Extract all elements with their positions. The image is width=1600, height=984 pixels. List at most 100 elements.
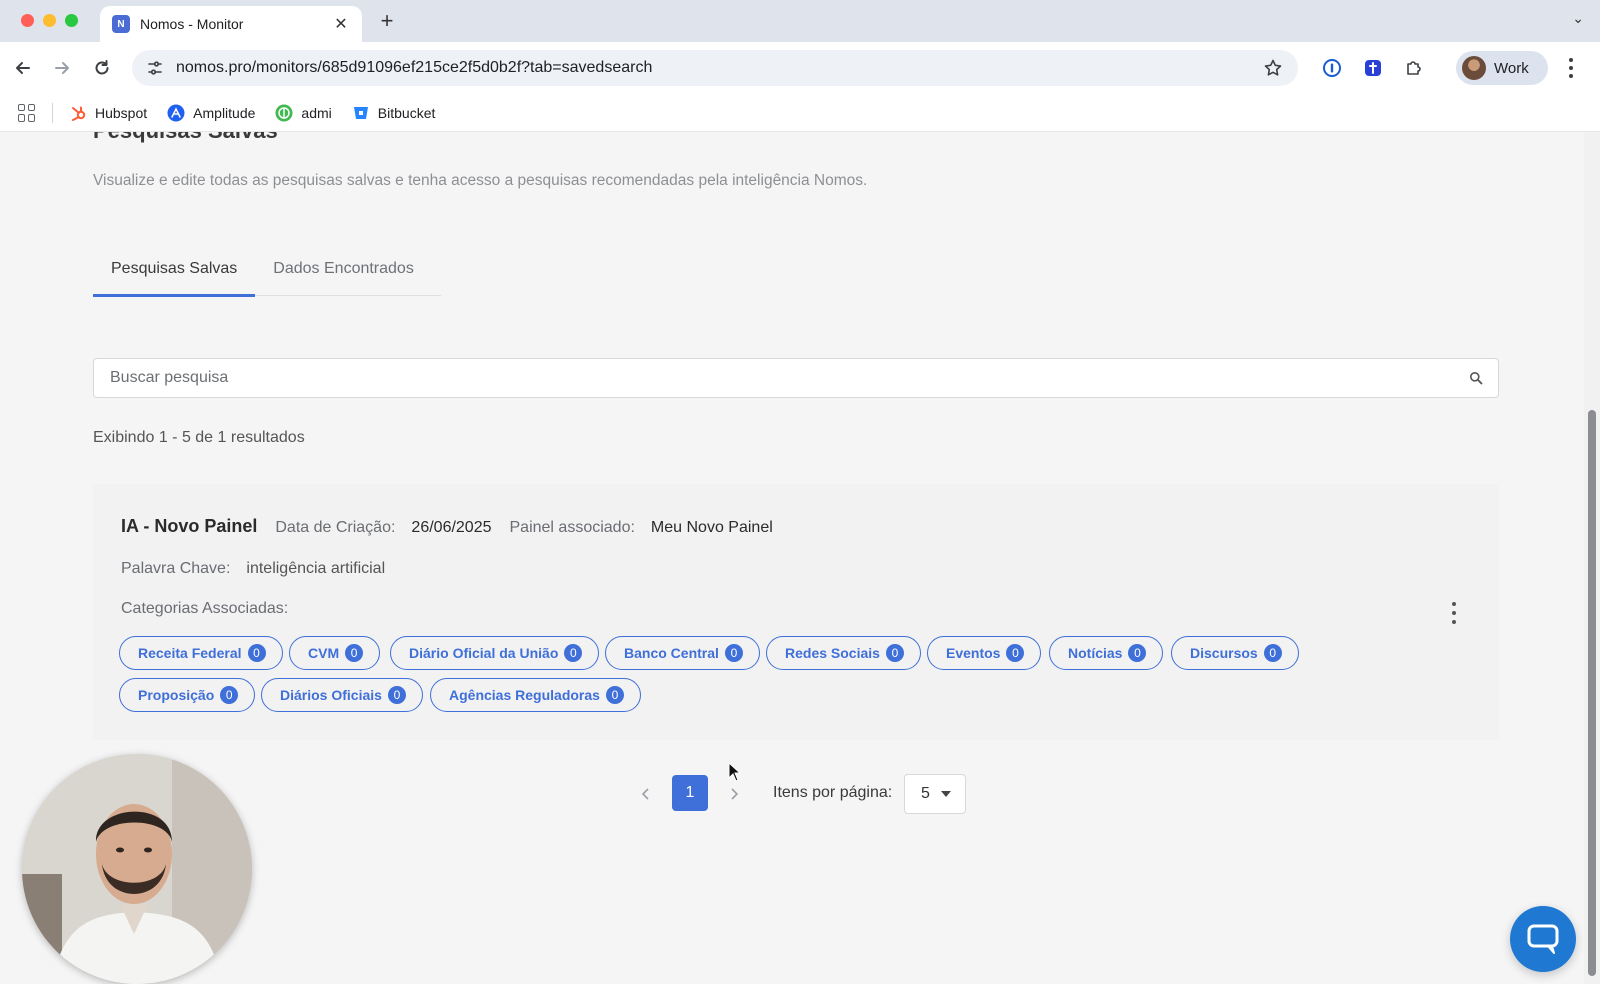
chip-count-badge: 0 bbox=[1263, 644, 1282, 662]
profile-label: Work bbox=[1494, 59, 1529, 77]
card-options-menu-icon[interactable] bbox=[1449, 602, 1459, 624]
chip-label: Discursos bbox=[1190, 645, 1258, 661]
bookmark-admi[interactable]: admi bbox=[275, 104, 332, 122]
search-icon[interactable] bbox=[1468, 370, 1484, 386]
items-per-page-value: 5 bbox=[921, 785, 930, 802]
back-button[interactable] bbox=[10, 55, 36, 81]
keyword-value: inteligência artificial bbox=[246, 560, 386, 577]
bookmarks-bar: Hubspot Amplitude admi Bitbucket bbox=[0, 94, 1600, 132]
back-arrow-icon bbox=[16, 62, 30, 74]
maximize-window-button[interactable] bbox=[65, 14, 78, 27]
tab-pesquisas-salvas[interactable]: Pesquisas Salvas bbox=[93, 250, 256, 297]
forward-button[interactable] bbox=[49, 55, 75, 81]
presenter-video-image bbox=[22, 754, 252, 984]
category-chip-diarios-oficiais[interactable]: Diários Oficiais 0 bbox=[261, 678, 423, 712]
new-tab-button[interactable]: + bbox=[374, 9, 400, 35]
previous-page-chevron-icon[interactable] bbox=[634, 782, 658, 806]
items-per-page-select[interactable]: 5 bbox=[904, 774, 966, 814]
chip-count-badge: 0 bbox=[220, 686, 239, 704]
keyword-row: Palavra Chave: inteligência artificial bbox=[121, 560, 403, 578]
chip-count-badge: 0 bbox=[564, 644, 583, 662]
category-chip-proposicao[interactable]: Proposição 0 bbox=[119, 678, 256, 712]
saved-search-name[interactable]: IA - Novo Painel bbox=[121, 516, 257, 537]
site-settings-icon[interactable] bbox=[146, 59, 164, 77]
tab-search-chevron-icon[interactable]: ⌄ bbox=[1572, 10, 1584, 27]
category-chip-noticias[interactable]: Notícias 0 bbox=[1049, 636, 1164, 670]
creation-date-value: 26/06/2025 bbox=[411, 519, 492, 536]
pagination: 1 Itens por página: 5 bbox=[0, 774, 1584, 814]
category-chip-receita-federal[interactable]: Receita Federal 0 bbox=[119, 636, 283, 670]
chip-label: Banco Central bbox=[624, 645, 719, 661]
page-description: Visualize e edite todas as pesquisas sal… bbox=[93, 172, 868, 189]
password-manager-extension-icon[interactable] bbox=[1320, 56, 1344, 80]
admi-icon bbox=[275, 104, 293, 122]
chip-label: Eventos bbox=[946, 645, 1001, 661]
chat-support-button[interactable] bbox=[1510, 906, 1576, 972]
associated-panel-label: Painel associado: bbox=[509, 519, 635, 536]
browser-tab[interactable]: N Nomos - Monitor ✕ bbox=[100, 6, 362, 42]
extension-blue-icon[interactable] bbox=[1361, 56, 1385, 80]
profile-button[interactable]: Work bbox=[1456, 51, 1548, 85]
bookmark-label: admi bbox=[301, 104, 332, 121]
chip-count-badge: 0 bbox=[605, 686, 624, 704]
page-number-button[interactable]: 1 bbox=[672, 775, 708, 811]
search-input[interactable] bbox=[110, 369, 1468, 387]
chip-count-badge: 0 bbox=[247, 644, 266, 662]
tab-title: Nomos - Monitor bbox=[140, 16, 244, 32]
chip-count-badge: 0 bbox=[885, 644, 904, 662]
chip-label: Agências Reguladoras bbox=[449, 687, 600, 703]
category-chip-eventos[interactable]: Eventos 0 bbox=[927, 636, 1042, 670]
forward-arrow-icon bbox=[55, 62, 69, 74]
browser-tabstrip: N Nomos - Monitor ✕ + ⌄ bbox=[0, 0, 1600, 42]
bookmark-hubspot[interactable]: Hubspot bbox=[69, 104, 147, 122]
minimize-window-button[interactable] bbox=[43, 14, 56, 27]
tab-close-icon[interactable]: ✕ bbox=[332, 14, 350, 34]
close-window-button[interactable] bbox=[21, 14, 34, 27]
chip-label: Diário Oficial da União bbox=[409, 645, 559, 661]
nomos-favicon-icon: N bbox=[112, 15, 130, 33]
apps-grid-icon[interactable] bbox=[18, 103, 36, 122]
search-box bbox=[93, 358, 1499, 398]
associated-panel-value: Meu Novo Painel bbox=[650, 519, 773, 536]
reload-button[interactable] bbox=[89, 55, 115, 81]
bookmark-amplitude[interactable]: Amplitude bbox=[167, 104, 255, 122]
chat-bubble-icon bbox=[1527, 924, 1559, 954]
category-chip-banco-central[interactable]: Banco Central 0 bbox=[605, 636, 760, 670]
category-chip-diario-oficial-da-uniao[interactable]: Diário Oficial da União 0 bbox=[390, 636, 600, 670]
browser-toolbar: nomos.pro/monitors/685d91096ef215ce2f5d0… bbox=[0, 42, 1600, 94]
bookmarks-divider bbox=[52, 102, 53, 123]
caret-down-icon bbox=[941, 791, 951, 797]
page-scrollbar[interactable] bbox=[1584, 132, 1600, 984]
bitbucket-icon bbox=[352, 104, 370, 122]
bookmark-label: Amplitude bbox=[193, 104, 256, 121]
page-title: Pesquisas Salvas bbox=[93, 132, 278, 144]
scrollbar-thumb[interactable] bbox=[1588, 410, 1596, 976]
chip-count-badge: 0 bbox=[387, 686, 406, 704]
url-text: nomos.pro/monitors/685d91096ef215ce2f5d0… bbox=[176, 59, 653, 76]
saved-search-card: IA - Novo Painel Data de Criação: 26/06/… bbox=[93, 484, 1499, 740]
bookmark-bitbucket[interactable]: Bitbucket bbox=[352, 104, 435, 122]
keyword-label: Palavra Chave: bbox=[121, 560, 231, 577]
profile-avatar bbox=[1462, 56, 1486, 80]
results-count: Exibindo 1 - 5 de 1 resultados bbox=[93, 429, 305, 446]
chip-count-badge: 0 bbox=[345, 644, 364, 662]
bookmark-star-icon[interactable] bbox=[1262, 57, 1284, 79]
category-chip-discursos[interactable]: Discursos 0 bbox=[1171, 636, 1299, 670]
webcam-overlay bbox=[22, 754, 252, 984]
reload-icon bbox=[95, 60, 109, 75]
category-chip-cvm[interactable]: CVM 0 bbox=[289, 636, 381, 670]
hubspot-icon bbox=[69, 104, 87, 122]
categories-label: Categorias Associadas: bbox=[121, 600, 289, 617]
mouse-cursor-icon bbox=[728, 761, 742, 787]
category-chip-agencias-reguladoras[interactable]: Agências Reguladoras 0 bbox=[430, 678, 641, 712]
bookmark-label: Hubspot bbox=[95, 104, 148, 121]
amplitude-icon bbox=[167, 104, 185, 122]
tab-dados-encontrados[interactable]: Dados Encontrados bbox=[255, 250, 432, 296]
items-per-page-label: Itens por página: bbox=[773, 784, 893, 801]
address-bar[interactable]: nomos.pro/monitors/685d91096ef215ce2f5d0… bbox=[132, 50, 1298, 86]
extensions-puzzle-icon[interactable] bbox=[1402, 56, 1426, 80]
creation-date-label: Data de Criação: bbox=[275, 519, 396, 536]
chip-label: Notícias bbox=[1068, 645, 1123, 661]
category-chip-redes-sociais[interactable]: Redes Sociais 0 bbox=[766, 636, 921, 670]
browser-menu-icon[interactable] bbox=[1564, 56, 1578, 80]
